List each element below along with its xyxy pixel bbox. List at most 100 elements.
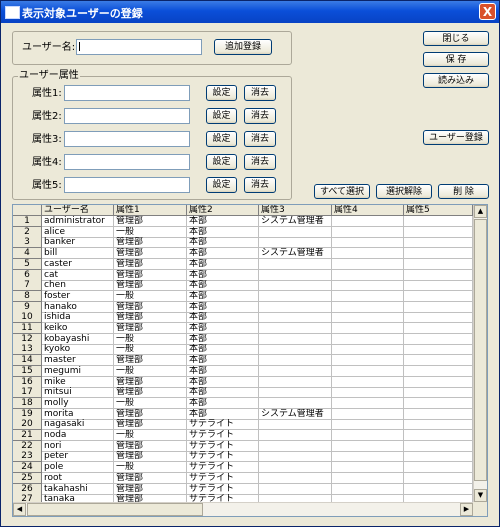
table-cell[interactable] [404,323,473,334]
table-cell[interactable]: 管理部 [114,419,187,431]
save-button[interactable]: 保 存 [423,52,489,67]
row-number[interactable]: 8 [13,290,42,302]
table-cell[interactable]: 本部 [187,301,259,313]
table-cell[interactable]: 本部 [187,312,259,324]
table-cell[interactable] [404,312,473,324]
table-cell[interactable]: banker [42,237,114,249]
table-cell[interactable]: 一般 [114,226,187,238]
table-cell[interactable] [332,248,404,260]
table-cell[interactable]: 管理部 [114,237,187,249]
table-cell[interactable]: サテライト [187,483,259,495]
load-button[interactable]: 読み込み [423,73,489,88]
row-number[interactable]: 7 [13,280,42,292]
table-cell[interactable] [404,333,473,345]
table-cell[interactable] [332,301,404,313]
column-header[interactable]: 属性4 [332,205,404,216]
vertical-scrollbar[interactable]: ▲ ▼ [473,205,487,502]
attribute-2-clear-button[interactable]: 消去 [244,108,276,124]
table-cell[interactable] [332,376,404,388]
table-cell[interactable]: 本部 [187,387,259,399]
attribute-2-input[interactable] [64,108,190,124]
column-header[interactable]: 属性5 [404,205,473,216]
row-number[interactable]: 20 [13,419,42,431]
table-cell[interactable] [259,333,332,345]
attribute-1-input[interactable] [64,85,190,101]
row-number[interactable]: 21 [13,430,42,441]
table-cell[interactable] [259,269,332,281]
attribute-3-clear-button[interactable]: 消去 [244,131,276,147]
attribute-3-input[interactable] [64,131,190,147]
table-cell[interactable] [332,290,404,302]
register-user-button[interactable]: ユーザー登録 [423,130,489,145]
table-cell[interactable] [332,323,404,334]
table-cell[interactable] [259,440,332,452]
table-cell[interactable] [259,462,332,474]
row-number[interactable]: 12 [13,333,42,345]
table-cell[interactable] [404,397,473,409]
table-cell[interactable] [404,440,473,452]
table-cell[interactable] [332,344,404,356]
table-cell[interactable] [259,419,332,431]
table-cell[interactable] [332,216,404,227]
table-cell[interactable]: 本部 [187,216,259,227]
table-cell[interactable]: サテライト [187,472,259,484]
table-cell[interactable]: pole [42,462,114,474]
row-number[interactable]: 4 [13,248,42,260]
table-cell[interactable]: 一般 [114,397,187,409]
row-number[interactable]: 23 [13,451,42,463]
table-cell[interactable]: 管理部 [114,269,187,281]
table-cell[interactable]: 本部 [187,365,259,377]
column-header[interactable]: 属性2 [187,205,259,216]
row-number[interactable]: 17 [13,387,42,399]
table-cell[interactable] [404,376,473,388]
deselect-button[interactable]: 選択解除 [376,184,432,199]
close-button[interactable]: 閉じる [423,31,489,46]
table-cell[interactable]: foster [42,290,114,302]
table-cell[interactable] [404,365,473,377]
table-cell[interactable]: サテライト [187,462,259,474]
scroll-right-icon[interactable]: ▶ [460,503,473,516]
table-cell[interactable]: keiko [42,323,114,334]
attribute-5-input[interactable] [64,177,190,193]
row-number[interactable]: 11 [13,323,42,334]
attribute-3-set-button[interactable]: 設定 [206,131,237,147]
table-cell[interactable] [404,280,473,292]
table-cell[interactable] [404,355,473,367]
row-number[interactable]: 3 [13,237,42,249]
table-cell[interactable]: 本部 [187,269,259,281]
table-cell[interactable]: 一般 [114,430,187,441]
table-cell[interactable] [332,462,404,474]
table-cell[interactable]: nori [42,440,114,452]
table-cell[interactable]: 一般 [114,333,187,345]
table-cell[interactable]: システム管理者 [259,216,332,227]
row-number[interactable]: 2 [13,226,42,238]
table-cell[interactable]: ishida [42,312,114,324]
table-cell[interactable] [404,216,473,227]
table-cell[interactable]: 本部 [187,280,259,292]
table-cell[interactable] [332,312,404,324]
table-cell[interactable]: chen [42,280,114,292]
scroll-left-icon[interactable]: ◀ [13,503,26,516]
table-cell[interactable]: 一般 [114,290,187,302]
table-cell[interactable] [259,397,332,409]
table-cell[interactable] [404,301,473,313]
delete-button[interactable]: 削 除 [438,184,489,199]
row-number[interactable]: 1 [13,216,42,227]
table-cell[interactable] [332,419,404,431]
table-cell[interactable]: サテライト [187,419,259,431]
table-cell[interactable]: kobayashi [42,333,114,345]
table-cell[interactable] [332,408,404,420]
select-all-button[interactable]: すべて選択 [314,184,370,199]
table-cell[interactable]: alice [42,226,114,238]
table-cell[interactable]: morita [42,408,114,420]
table-cell[interactable] [332,258,404,270]
table-cell[interactable] [404,472,473,484]
table-cell[interactable] [259,301,332,313]
table-cell[interactable] [259,430,332,441]
row-number[interactable]: 10 [13,312,42,324]
close-window-button[interactable]: X [479,3,496,20]
attribute-1-clear-button[interactable]: 消去 [244,85,276,101]
table-cell[interactable]: サテライト [187,451,259,463]
table-cell[interactable]: 管理部 [114,451,187,463]
table-cell[interactable] [404,344,473,356]
